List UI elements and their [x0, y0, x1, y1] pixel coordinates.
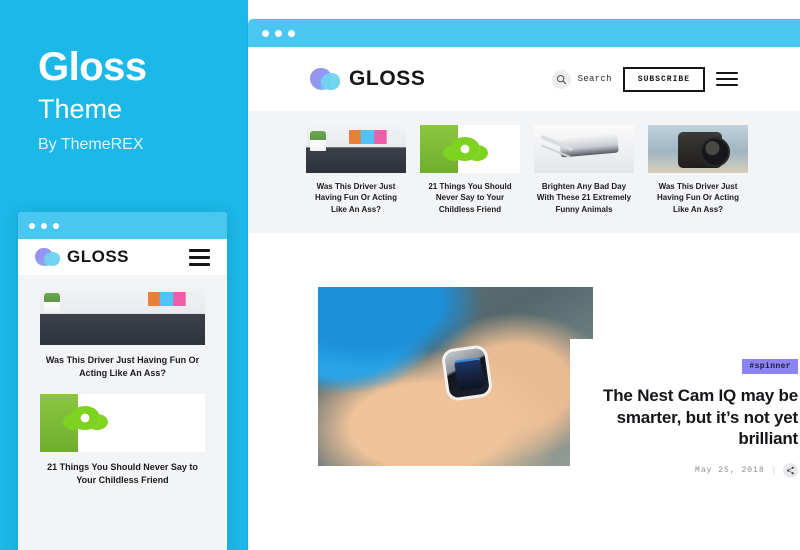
featured-article-section: #spinner The Nest Cam IQ may be smarter,… — [248, 233, 800, 499]
thumbnail-card[interactable]: Was This Driver Just Having Fun Or Actin… — [648, 125, 748, 215]
thumbnail-title: 21 Things You Should Never Say to Your C… — [428, 182, 512, 214]
featured-article-meta: May 25, 2018 | — [588, 462, 798, 478]
window-dot-red[interactable] — [29, 222, 35, 229]
thumbnail-card[interactable]: Was This Driver Just Having Fun Or Actin… — [306, 125, 406, 215]
search-icon — [551, 69, 571, 89]
share-icon[interactable] — [783, 462, 798, 478]
thumbnail-title: Was This Driver Just Having Fun Or Actin… — [315, 182, 397, 214]
thumbnail-image — [534, 125, 634, 173]
thumbnail-title: Brighten Any Bad Day With These 21 Extre… — [536, 182, 632, 214]
mobile-article-list: Was This Driver Just Having Fun Or Actin… — [18, 275, 227, 550]
brand-name: GLOSS — [349, 67, 426, 90]
hamburger-menu-icon[interactable] — [716, 72, 738, 86]
window-dot-yellow[interactable] — [41, 222, 47, 229]
promo-subtitle: Theme — [38, 94, 123, 124]
mobile-article-card[interactable]: Was This Driver Just Having Fun Or Actin… — [40, 287, 205, 380]
thumbnail-strip: Was This Driver Just Having Fun Or Actin… — [248, 111, 800, 234]
brand-logo[interactable]: GLOSS — [310, 67, 426, 91]
screenshot-stage: Gloss Theme By ThemeREX GLOSS Search SUB… — [0, 0, 800, 550]
thumbnail-card[interactable]: Brighten Any Bad Day With These 21 Extre… — [534, 125, 634, 215]
thumbnail-image — [306, 125, 406, 173]
mobile-article-title: Was This Driver Just Having Fun Or Actin… — [45, 355, 200, 379]
publish-date: May 25, 2018 — [695, 465, 765, 475]
desktop-browser-window: GLOSS Search SUBSCRIBE Was This Driver J… — [248, 19, 800, 550]
mobile-article-card[interactable]: 21 Things You Should Never Say to Your C… — [40, 394, 205, 487]
mobile-preview-window: GLOSS Was This Driver Just Having Fun Or… — [18, 212, 227, 550]
subscribe-button[interactable]: SUBSCRIBE — [622, 66, 705, 92]
hamburger-menu-icon[interactable] — [189, 248, 210, 266]
promo-byline: By ThemeREX — [38, 136, 144, 153]
gloss-logo-blob-icon — [310, 68, 340, 90]
mobile-site-header: GLOSS — [18, 239, 227, 275]
window-dot-green[interactable] — [288, 29, 295, 37]
mobile-brand-name: GLOSS — [67, 247, 130, 266]
mobile-article-image — [40, 394, 205, 453]
mobile-article-image — [40, 287, 205, 345]
promo-title: Gloss — [38, 45, 147, 89]
header-actions: Search SUBSCRIBE — [551, 66, 738, 92]
site-header: GLOSS Search SUBSCRIBE — [248, 47, 800, 111]
mobile-article-title: 21 Things You Should Never Say to Your C… — [47, 462, 198, 486]
search-label: Search — [577, 74, 612, 84]
window-dot-red[interactable] — [262, 29, 269, 37]
thumbnail-title: Was This Driver Just Having Fun Or Actin… — [657, 182, 739, 214]
meta-separator: | — [772, 465, 775, 476]
thumbnail-image — [420, 125, 520, 173]
featured-article-title[interactable]: The Nest Cam IQ may be smarter, but it’s… — [588, 385, 798, 450]
window-dot-yellow[interactable] — [275, 29, 282, 37]
thumbnail-card[interactable]: 21 Things You Should Never Say to Your C… — [420, 125, 520, 215]
featured-article-card: #spinner The Nest Cam IQ may be smarter,… — [570, 339, 800, 492]
category-tag-badge[interactable]: #spinner — [742, 359, 798, 375]
mobile-window-titlebar — [18, 212, 227, 239]
desktop-window-titlebar — [248, 19, 800, 47]
mobile-brand-logo[interactable]: GLOSS — [35, 247, 129, 267]
thumbnail-image — [648, 125, 748, 173]
window-dot-green[interactable] — [53, 222, 59, 229]
search-button[interactable]: Search — [551, 69, 612, 89]
gloss-logo-blob-icon — [35, 248, 60, 266]
featured-article-image[interactable] — [318, 287, 593, 467]
